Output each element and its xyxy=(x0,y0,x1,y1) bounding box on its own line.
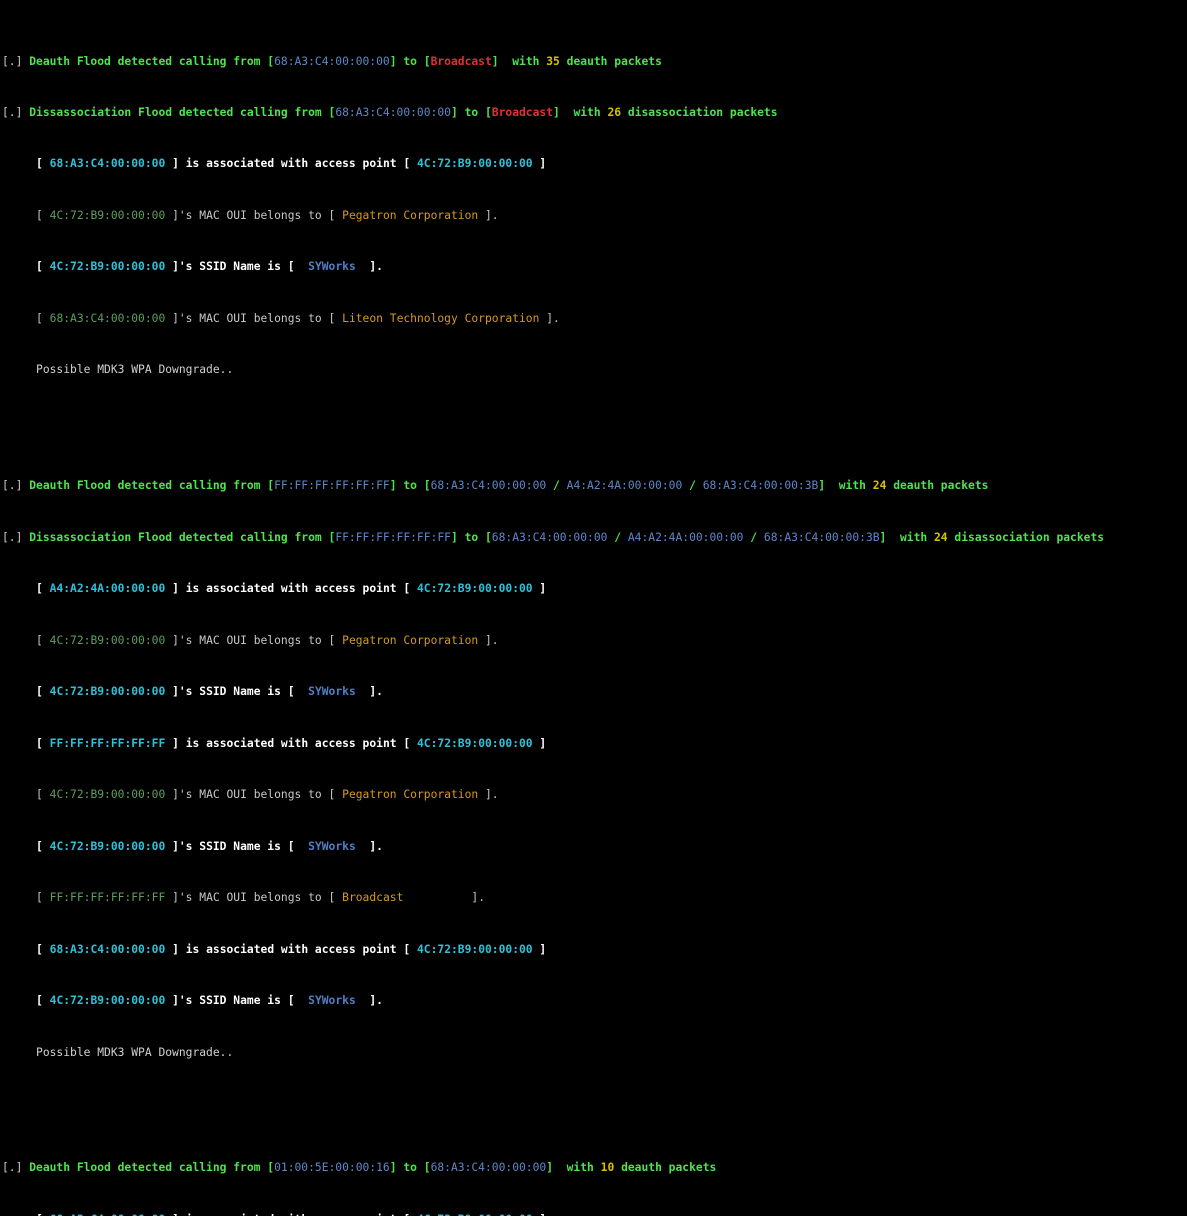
alert-label: Deauth Flood detected calling from xyxy=(29,54,261,68)
ap-mac: 4C:72:B9:00:00:00 xyxy=(49,685,166,699)
ssid-line: [ 4C:72:B9:00:00:00 ]'s SSID Name is [ S… xyxy=(36,685,383,699)
target-mac: 68:A3:C4:00:00:00 xyxy=(430,479,547,493)
source-mac: 01:00:5E:00:00:16 xyxy=(274,1161,390,1175)
alert-line-deauth: [.] Deauth Flood detected calling from [… xyxy=(2,479,989,493)
alert-label: Deauth Flood detected calling from xyxy=(29,1161,261,1175)
alert-line-deauth: [.] Deauth Flood detected calling from [… xyxy=(2,1161,717,1175)
target-mac: 68:A3:C4:00:00:00 xyxy=(430,1161,547,1175)
target-broadcast: Broadcast xyxy=(491,105,554,119)
target-mac: 68:A3:C4:00:00:3B xyxy=(702,479,819,493)
line-prefix: [.] xyxy=(2,105,23,119)
terminal-output: [.] Deauth Flood detected calling from [… xyxy=(0,0,1187,1216)
packet-count: 24 xyxy=(872,479,887,493)
packet-count: 35 xyxy=(546,54,560,68)
assoc-line: [ A4:A2:4A:00:00:00 ] is associated with… xyxy=(36,582,547,596)
source-mac: 68:A3:C4:00:00:00 xyxy=(274,54,390,68)
oui-line: [ 4C:72:B9:00:00:00 ]'s MAC OUI belongs … xyxy=(36,788,499,802)
vendor-name: Pegatron Corporation xyxy=(342,208,479,222)
oui-mac: 68:A3:C4:00:00:00 xyxy=(49,311,166,325)
line-prefix: [.] xyxy=(2,1161,23,1175)
ap-mac: 4C:72:B9:00:00:00 xyxy=(416,157,533,171)
packet-count: 24 xyxy=(934,530,948,544)
line-prefix: [.] xyxy=(2,530,23,544)
oui-line: [ 4C:72:B9:00:00:00 ]'s MAC OUI belongs … xyxy=(36,208,499,222)
ssid-line: [ 4C:72:B9:00:00:00 ]'s SSID Name is [ S… xyxy=(36,839,383,853)
downgrade-note: Possible MDK3 WPA Downgrade.. xyxy=(36,1045,234,1059)
assoc-line: [ 68:A3:C4:00:00:00 ] is associated with… xyxy=(36,157,547,171)
assoc-line: [ 68:A3:C4:00:00:00 ] is associated with… xyxy=(36,942,547,956)
target-broadcast: Broadcast xyxy=(430,54,492,68)
source-mac: 68:A3:C4:00:00:00 xyxy=(335,105,451,119)
alert-line-disassoc: [.] Dissassociation Flood detected calli… xyxy=(2,530,1105,544)
line-prefix: [.] xyxy=(2,54,23,68)
line-prefix: [.] xyxy=(2,479,23,493)
station-mac: A4:A2:4A:00:00:00 xyxy=(49,582,166,596)
target-mac: 68:A3:C4:00:00:3B xyxy=(763,530,880,544)
vendor-name: Pegatron Corporation xyxy=(342,788,479,802)
station-mac: FF:FF:FF:FF:FF:FF xyxy=(49,736,166,750)
oui-mac: 4C:72:B9:00:00:00 xyxy=(49,788,166,802)
ap-mac: 4C:72:B9:00:00:00 xyxy=(416,582,533,596)
alert-label: Dissassociation Flood detected calling f… xyxy=(29,105,322,119)
alert-label: Dissassociation Flood detected calling f… xyxy=(29,530,322,544)
oui-mac: FF:FF:FF:FF:FF:FF xyxy=(49,891,166,905)
vendor-name: Liteon Technology Corporation xyxy=(342,311,540,325)
ap-mac: 4C:72:B9:00:00:00 xyxy=(417,1213,533,1216)
ssid-line: [ 4C:72:B9:00:00:00 ]'s SSID Name is [ S… xyxy=(36,260,383,274)
vendor-name: Broadcast xyxy=(342,891,465,905)
ap-mac: 4C:72:B9:00:00:00 xyxy=(416,736,533,750)
ap-mac: 4C:72:B9:00:00:00 xyxy=(49,994,166,1008)
ap-mac: 4C:72:B9:00:00:00 xyxy=(49,260,166,274)
station-mac: 68:A3:C4:00:00:00 xyxy=(50,1213,166,1216)
alert-line-disassoc: [.] Dissassociation Flood detected calli… xyxy=(2,105,778,119)
oui-mac: 4C:72:B9:00:00:00 xyxy=(49,633,166,647)
alert-line-deauth: [.] Deauth Flood detected calling from [… xyxy=(2,54,662,68)
oui-line: [ FF:FF:FF:FF:FF:FF ]'s MAC OUI belongs … xyxy=(36,891,486,905)
oui-mac: 4C:72:B9:00:00:00 xyxy=(49,208,166,222)
vendor-name: Pegatron Corporation xyxy=(342,633,479,647)
ssid-value: SYWorks xyxy=(308,839,356,853)
ssid-value: SYWorks xyxy=(308,994,356,1008)
source-mac: FF:FF:FF:FF:FF:FF xyxy=(335,530,451,544)
ap-mac: 4C:72:B9:00:00:00 xyxy=(49,839,166,853)
oui-line: [ 68:A3:C4:00:00:00 ]'s MAC OUI belongs … xyxy=(36,311,560,325)
assoc-line: [ FF:FF:FF:FF:FF:FF ] is associated with… xyxy=(36,736,547,750)
station-mac: 68:A3:C4:00:00:00 xyxy=(49,157,166,171)
downgrade-note: Possible MDK3 WPA Downgrade.. xyxy=(36,363,234,377)
target-mac: A4:A2:4A:00:00:00 xyxy=(566,479,683,493)
station-mac: 68:A3:C4:00:00:00 xyxy=(49,942,166,956)
source-mac: FF:FF:FF:FF:FF:FF xyxy=(274,479,390,493)
target-mac: 68:A3:C4:00:00:00 xyxy=(491,530,608,544)
oui-line: [ 4C:72:B9:00:00:00 ]'s MAC OUI belongs … xyxy=(36,633,499,647)
assoc-line: [ 68:A3:C4:00:00:00 ] is associated with… xyxy=(2,1213,1187,1216)
ssid-value: SYWorks xyxy=(308,685,356,699)
ssid-line: [ 4C:72:B9:00:00:00 ]'s SSID Name is [ S… xyxy=(36,994,383,1008)
alert-label: Deauth Flood detected calling from xyxy=(29,479,261,493)
target-mac: A4:A2:4A:00:00:00 xyxy=(627,530,744,544)
ssid-value: SYWorks xyxy=(308,260,356,274)
packet-count: 10 xyxy=(600,1161,615,1175)
packet-count: 26 xyxy=(607,105,622,119)
ap-mac: 4C:72:B9:00:00:00 xyxy=(416,942,533,956)
